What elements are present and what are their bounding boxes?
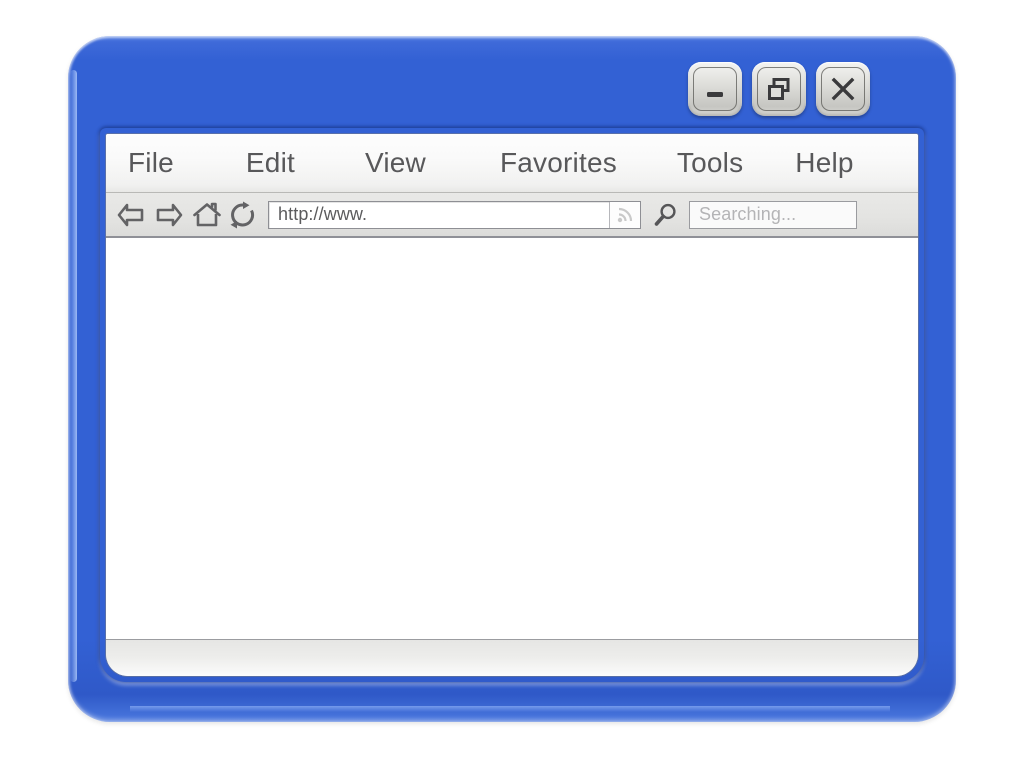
page-content-area[interactable] xyxy=(106,238,918,639)
forward-button[interactable] xyxy=(154,200,184,230)
rss-feed-icon xyxy=(617,207,632,223)
minimize-icon xyxy=(707,92,723,97)
status-bar xyxy=(106,639,918,676)
menu-item-file[interactable]: File xyxy=(128,147,174,179)
search-button[interactable] xyxy=(649,199,683,231)
restore-button[interactable] xyxy=(752,62,806,116)
minimize-button[interactable] xyxy=(688,62,742,116)
window-body: File Edit View Favorites Tools Help http… xyxy=(106,134,918,676)
back-icon xyxy=(117,203,144,226)
address-bar-value: http://www. xyxy=(278,204,368,224)
home-icon xyxy=(193,202,221,226)
back-button[interactable] xyxy=(116,200,146,230)
toolbar: http://www. Searching... xyxy=(106,193,918,238)
forward-icon xyxy=(156,203,183,226)
menu-bar: File Edit View Favorites Tools Help xyxy=(106,134,918,193)
restore-icon xyxy=(768,78,790,100)
close-button[interactable] xyxy=(816,62,870,116)
menu-item-tools[interactable]: Tools xyxy=(677,147,743,179)
address-bar[interactable]: http://www. xyxy=(268,200,641,229)
rss-feed-button[interactable] xyxy=(609,201,640,228)
menu-item-view[interactable]: View xyxy=(365,147,426,179)
home-button[interactable] xyxy=(192,200,222,230)
refresh-button[interactable] xyxy=(228,200,258,230)
menu-item-favorites[interactable]: Favorites xyxy=(500,147,617,179)
browser-window-mockup: File Edit View Favorites Tools Help http… xyxy=(0,0,1024,768)
menu-item-help[interactable]: Help xyxy=(795,147,853,179)
search-input-placeholder: Searching... xyxy=(699,204,797,224)
magnifier-icon xyxy=(654,203,676,226)
search-input[interactable]: Searching... xyxy=(689,200,857,229)
titlebar-controls xyxy=(688,62,870,116)
menu-item-edit[interactable]: Edit xyxy=(246,147,295,179)
refresh-icon xyxy=(230,201,255,228)
close-icon xyxy=(831,77,855,101)
